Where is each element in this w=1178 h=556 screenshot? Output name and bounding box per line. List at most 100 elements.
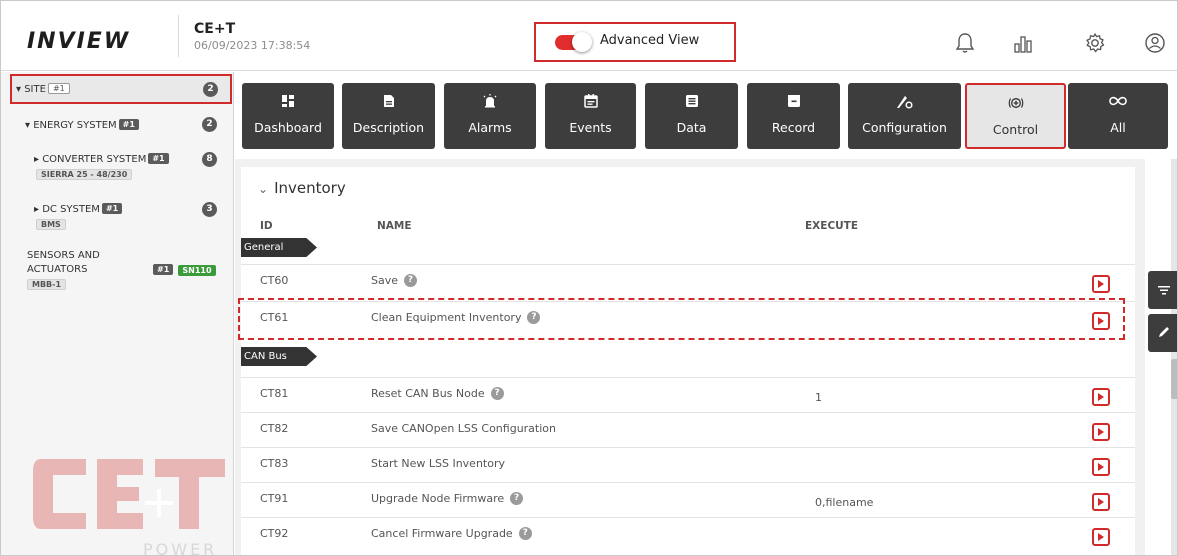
- tab-label: Record: [771, 120, 816, 135]
- advanced-view-switch[interactable]: Advanced View: [534, 22, 736, 62]
- tree-item-sensors-actuators[interactable]: SENSORS AND ACTUATORS #1 SN110 MBB-1: [1, 247, 233, 295]
- bell-icon[interactable]: [953, 31, 977, 55]
- energy-system-tag: #1: [118, 119, 139, 130]
- data-icon: [645, 94, 738, 110]
- inventory-title: Inventory: [274, 179, 346, 197]
- inview-logo: INVIEW: [27, 29, 131, 54]
- svg-text:POWER: POWER: [143, 540, 217, 556]
- chevron-down-icon: ⌄: [258, 182, 269, 196]
- tab-label: Dashboard: [254, 120, 322, 135]
- execute-button[interactable]: [1092, 458, 1110, 476]
- toggle-knob: [572, 32, 592, 52]
- tab-events[interactable]: Events: [545, 83, 636, 149]
- help-icon[interactable]: ?: [490, 387, 504, 400]
- sensors-serial-tag: SN110: [178, 265, 216, 276]
- table-row: CT92 Cancel Firmware Upgrade?: [241, 517, 1135, 552]
- site-tag: #1: [47, 83, 70, 94]
- tree-item-label: ▸ DC SYSTEM #1: [34, 203, 123, 215]
- filter-icon: [1157, 281, 1171, 300]
- header-divider: [178, 15, 179, 57]
- tree-item-label: ▸ CONVERTER SYSTEM #1: [34, 153, 169, 165]
- help-icon[interactable]: ?: [518, 527, 532, 540]
- row-id: CT60: [260, 274, 289, 287]
- vertical-scrollbar[interactable]: [1171, 159, 1177, 555]
- tab-control[interactable]: Control: [965, 83, 1066, 149]
- advanced-view-label: Advanced View: [600, 33, 700, 48]
- execute-button[interactable]: [1092, 528, 1110, 546]
- tab-label: Data: [676, 120, 707, 135]
- tab-label: Events: [569, 120, 612, 135]
- dc-system-count-badge: 3: [202, 202, 217, 217]
- sensors-model-tag: MBB-1: [27, 279, 67, 290]
- tab-description[interactable]: Description: [342, 83, 435, 149]
- row-execute-value[interactable]: 0,filename: [815, 496, 873, 509]
- row-id: CT83: [260, 457, 289, 470]
- execute-button[interactable]: [1092, 388, 1110, 406]
- document-icon: [342, 94, 435, 110]
- dashboard-icon: [242, 94, 334, 110]
- configuration-icon: [848, 94, 961, 110]
- tab-data[interactable]: Data: [645, 83, 738, 149]
- tab-label: Description: [352, 120, 425, 135]
- row-name: Start New LSS Inventory: [371, 457, 505, 470]
- inventory-section-header[interactable]: ⌄ Inventory: [258, 179, 346, 197]
- pencil-icon: [1157, 324, 1171, 343]
- table-row: CT81 Reset CAN Bus Node? 1: [241, 377, 1135, 412]
- tab-dashboard[interactable]: Dashboard: [242, 83, 334, 149]
- sensors-tag: #1: [153, 264, 174, 275]
- tab-all[interactable]: All: [1068, 83, 1168, 149]
- tab-label: Control: [992, 122, 1039, 137]
- execute-button[interactable]: [1092, 275, 1110, 293]
- tab-record[interactable]: Record: [747, 83, 840, 149]
- help-icon[interactable]: ?: [404, 274, 418, 287]
- record-icon: [747, 94, 840, 110]
- help-icon[interactable]: ?: [510, 492, 524, 505]
- tab-label: All: [1110, 120, 1126, 135]
- bar-chart-icon[interactable]: [1011, 31, 1035, 55]
- site-tree-sidebar: ▾ SITE #1 2 ▾ ENERGY SYSTEM #1 2 ▸ CONVERT…: [1, 72, 234, 556]
- energy-system-count-badge: 2: [202, 117, 217, 132]
- execute-button[interactable]: [1092, 423, 1110, 441]
- tree-item-label-line2: ACTUATORS: [27, 264, 88, 275]
- tree-item-converter-system[interactable]: ▸ CONVERTER SYSTEM #1 8 SIERRA 25 - 48/23…: [1, 148, 233, 186]
- gear-icon[interactable]: [1083, 31, 1107, 55]
- tree-item-label-line1: SENSORS AND: [27, 250, 100, 261]
- site-name: CE+T: [194, 21, 236, 37]
- highlighted-row-outline: [238, 298, 1125, 340]
- site-datetime: 06/09/2023 17:38:54: [194, 39, 311, 52]
- advanced-view-toggle[interactable]: [555, 32, 592, 52]
- tab-label: Configuration: [862, 120, 947, 135]
- inventory-panel: ⌄ Inventory ID NAME EXECUTE General CT60 …: [241, 167, 1135, 555]
- user-icon[interactable]: [1143, 31, 1167, 55]
- row-name: Reset CAN Bus Node?: [371, 387, 504, 400]
- column-header-execute: EXECUTE: [805, 220, 859, 232]
- infinity-icon: [1068, 94, 1168, 110]
- column-header-name: NAME: [377, 220, 412, 232]
- scrollbar-thumb[interactable]: [1171, 359, 1177, 399]
- edit-button[interactable]: [1148, 314, 1177, 352]
- execute-button[interactable]: [1092, 493, 1110, 511]
- tab-alarms[interactable]: Alarms: [444, 83, 536, 149]
- converter-model-tag: SIERRA 25 - 48/230: [36, 169, 133, 180]
- row-id: CT92: [260, 527, 289, 540]
- calendar-icon: [545, 94, 636, 110]
- row-id: CT91: [260, 492, 289, 505]
- site-count-badge: 2: [203, 82, 218, 97]
- row-name: Save?: [371, 274, 418, 287]
- tree-item-site[interactable]: ▾ SITE #1 2: [10, 74, 232, 104]
- filter-button[interactable]: [1148, 271, 1177, 309]
- row-name: Cancel Firmware Upgrade?: [371, 527, 532, 540]
- column-header-id: ID: [260, 220, 273, 232]
- converter-system-tag: #1: [148, 153, 169, 164]
- row-name: Save CANOpen LSS Configuration: [371, 422, 556, 435]
- tab-label: Alarms: [468, 120, 512, 135]
- tab-configuration[interactable]: Configuration: [848, 83, 961, 149]
- row-execute-value[interactable]: 1: [815, 391, 822, 404]
- row-name: Upgrade Node Firmware?: [371, 492, 524, 505]
- cet-power-watermark: POWER: [33, 459, 225, 556]
- row-id: CT81: [260, 387, 289, 400]
- tree-item-dc-system[interactable]: ▸ DC SYSTEM #1 3 BMS: [1, 198, 233, 236]
- group-label-general: General: [241, 238, 317, 257]
- group-label-can-bus: CAN Bus: [241, 347, 317, 366]
- tree-item-energy-system[interactable]: ▾ ENERGY SYSTEM #1 2: [1, 114, 233, 136]
